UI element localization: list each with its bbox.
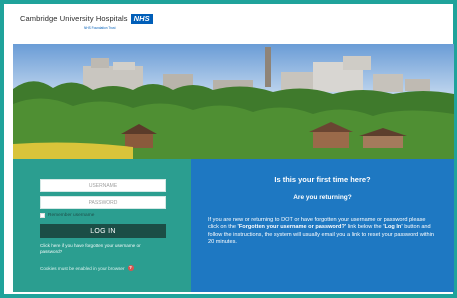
remember-username-row[interactable]: Remember username — [40, 213, 94, 218]
nhs-logo-badge: NHS — [130, 14, 153, 24]
forgot-credentials-link[interactable]: Click here if you have forgotten your us… — [40, 243, 160, 255]
remember-username-checkbox[interactable] — [40, 213, 45, 218]
info-body-login-ref: 'Log In' — [383, 224, 403, 231]
login-panel: Remember username LOG IN Click here if y… — [13, 159, 191, 292]
info-panel: Is this your first time here? Are you re… — [191, 159, 454, 292]
username-input[interactable] — [40, 179, 166, 192]
password-input[interactable] — [40, 196, 166, 209]
remember-username-label: Remember username — [48, 213, 95, 218]
login-button[interactable]: LOG IN — [40, 224, 166, 238]
info-body-forgot-ref: 'Forgotten your username or password?' — [237, 224, 347, 231]
cookies-notice-text: Cookies must be enabled in your browser — [40, 265, 125, 271]
site-header: Cambridge University Hospitals NHS NHS Fo… — [4, 4, 453, 46]
trust-label: NHS Foundation Trust — [84, 26, 116, 30]
info-body: If you are new or returning to DOT or ha… — [208, 217, 436, 247]
info-icon[interactable]: ? — [127, 265, 134, 271]
hospital-name: Cambridge University Hospitals — [20, 14, 128, 23]
info-title: Is this your first time here? — [274, 175, 371, 184]
hero-image — [13, 44, 454, 159]
info-subtitle: Are you returning? — [293, 194, 352, 201]
cookies-notice: Cookies must be enabled in your browser … — [40, 265, 180, 271]
info-body-text-2: link below the — [346, 224, 384, 231]
hospital-logo[interactable]: Cambridge University Hospitals NHS — [20, 14, 153, 24]
